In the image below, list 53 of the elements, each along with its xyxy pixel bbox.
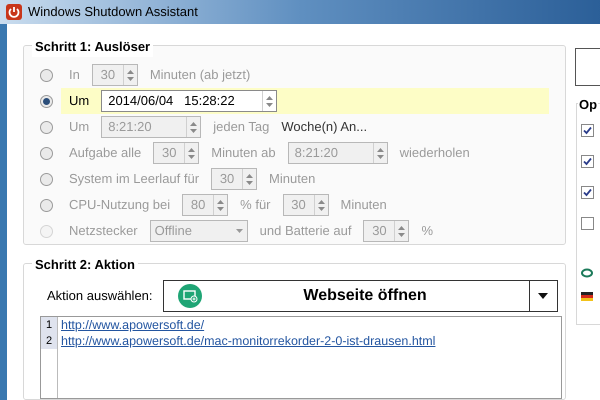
spin-arrows-icon[interactable]	[122, 65, 137, 85]
radio-button[interactable]	[40, 120, 53, 134]
url-link[interactable]: http://www.apowersoft.de/	[61, 317, 436, 333]
line-number: 1	[41, 317, 57, 333]
monitor-add-icon	[178, 284, 202, 308]
spin-field[interactable]: 8:21:20	[288, 142, 388, 164]
checkbox[interactable]	[581, 186, 594, 199]
spin-field[interactable]: 2014/06/04 15:28:22	[101, 90, 278, 112]
power-icon	[6, 4, 22, 20]
flag-icon	[581, 292, 593, 301]
radio-button[interactable]	[40, 94, 53, 108]
option-label: Aufgabe alle	[69, 144, 142, 162]
option-label: % für	[240, 196, 270, 214]
option-label: In	[69, 66, 80, 84]
spin-field[interactable]: 30	[211, 168, 258, 190]
spin-field[interactable]: 30	[92, 64, 138, 86]
option-label: System im Leerlauf für	[69, 170, 200, 188]
url-link[interactable]: http://www.apowersoft.de/mac-monitorrekorder-2-0-ist-drausen.html	[61, 333, 436, 349]
radio-button[interactable]	[40, 172, 53, 186]
caret-icon	[538, 293, 548, 299]
option-label: Um	[69, 118, 90, 136]
window-title: Windows Shutdown Assistant	[28, 3, 198, 22]
spin-arrows-icon[interactable]	[314, 195, 328, 215]
checkbox[interactable]	[581, 124, 594, 137]
action-dropdown[interactable]: Webseite öffnen	[162, 280, 558, 312]
spin-arrows-icon[interactable]	[372, 143, 387, 163]
option-label: %	[421, 222, 433, 240]
logo-icon	[581, 268, 593, 278]
radio-button[interactable]	[40, 68, 53, 82]
radio-button[interactable]	[40, 198, 53, 212]
option-label: Minuten (ab jetzt)	[150, 66, 250, 84]
spin-field[interactable]: 30	[282, 194, 328, 216]
option-label: Netzstecker	[69, 222, 138, 240]
spin-field[interactable]: 30	[153, 142, 200, 164]
spin-field[interactable]: 80	[182, 194, 228, 216]
checkbox[interactable]	[581, 217, 594, 230]
option-label: CPU-Nutzung bei	[69, 196, 170, 214]
caret-icon	[236, 229, 243, 233]
radio-button[interactable]	[40, 146, 53, 160]
action-label: Aktion auswählen:	[47, 287, 153, 306]
option-label: wiederholen	[400, 144, 470, 162]
weekday-link[interactable]: Woche(n) An...	[281, 117, 368, 137]
option-label: Um	[69, 92, 90, 110]
option-label: Minuten	[340, 196, 387, 214]
option-label: Minuten ab	[211, 144, 276, 162]
preview-box	[575, 48, 600, 86]
option-label: Minuten	[269, 170, 316, 188]
url-editor[interactable]: 1 2 http://www.apowersoft.de/ http://www.apowersoft.de/mac-monitorrekorder-2-0-ist-drausen.html	[40, 316, 562, 399]
option-label: jeden Tag	[213, 118, 270, 136]
option-label: und Batterie auf	[260, 222, 352, 240]
spin-field[interactable]: 8:21:20	[101, 116, 202, 138]
checkbox[interactable]	[581, 155, 594, 168]
line-number: 2	[41, 333, 57, 349]
